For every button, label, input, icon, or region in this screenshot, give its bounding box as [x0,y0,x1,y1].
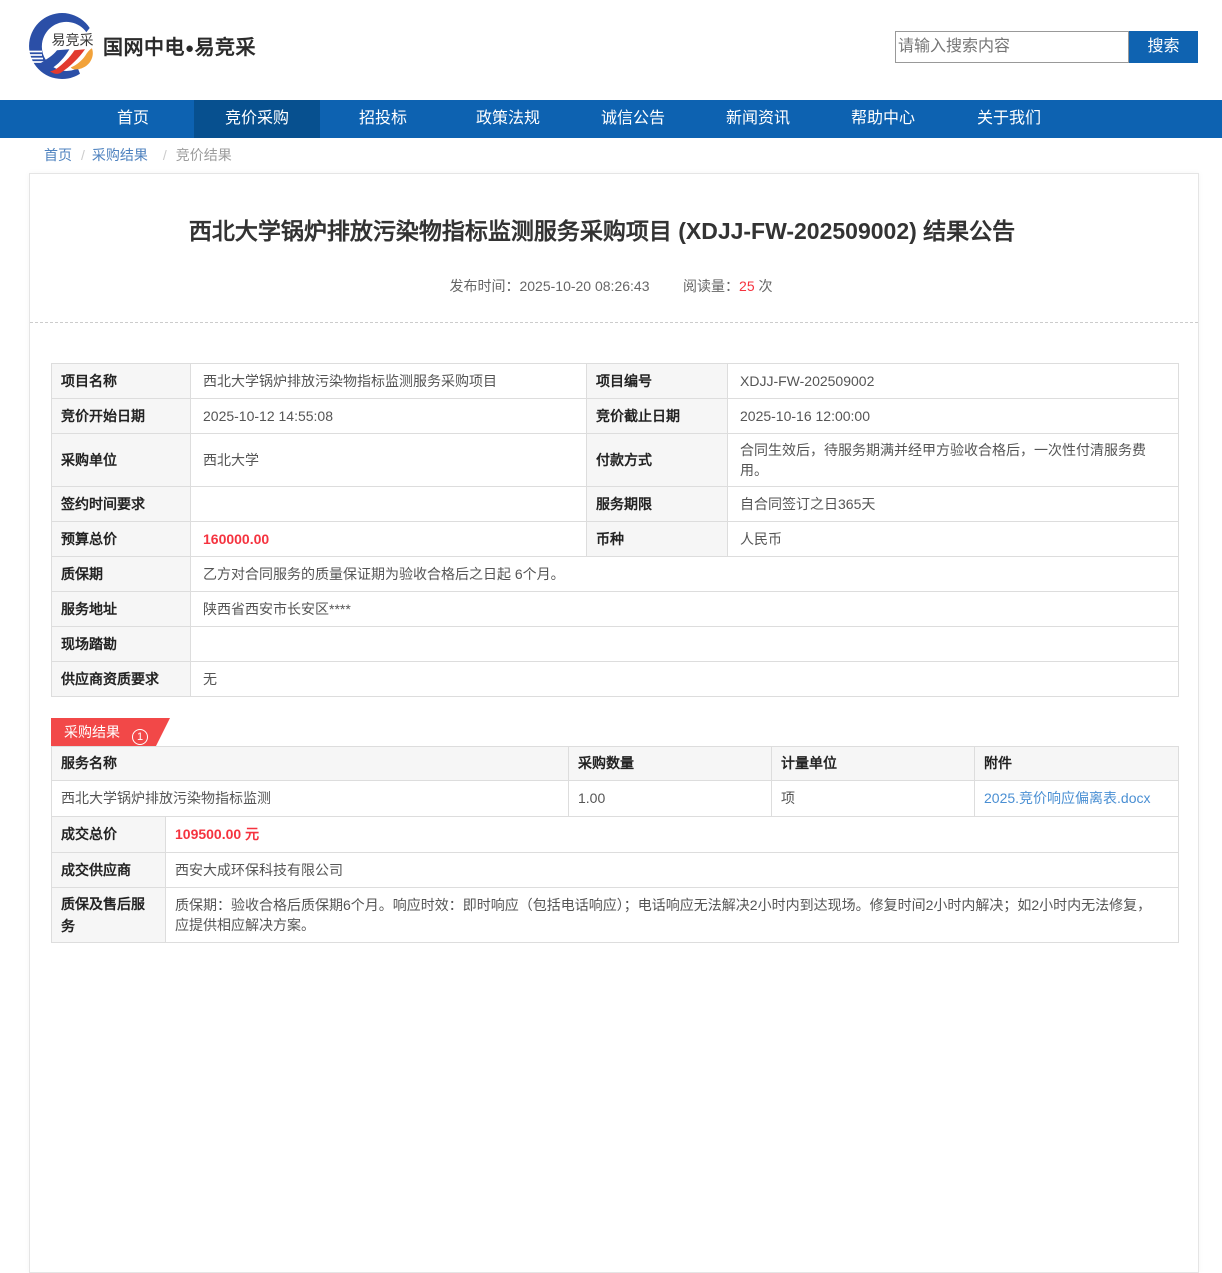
svg-text:易竞采: 易竞采 [52,32,94,48]
